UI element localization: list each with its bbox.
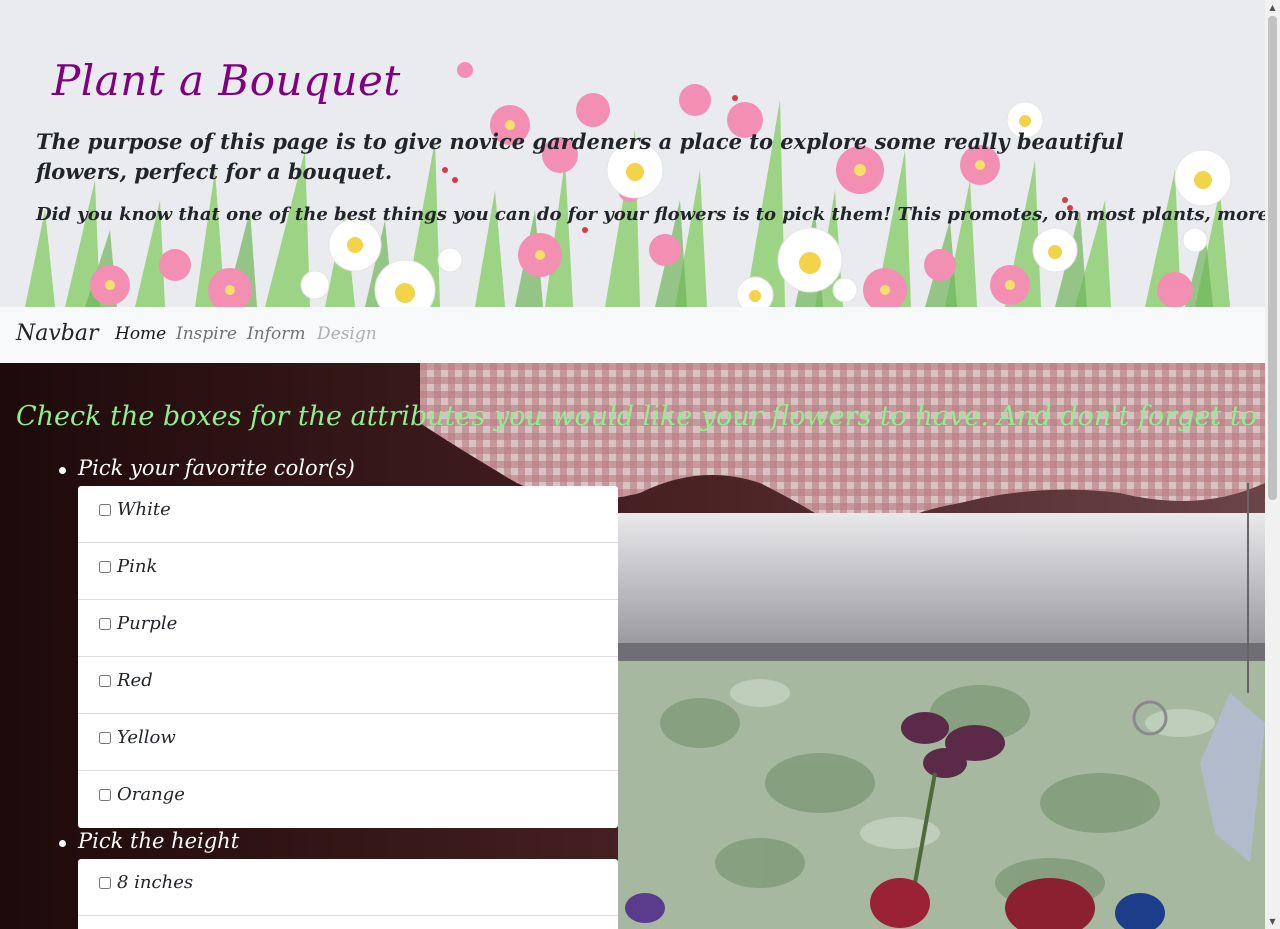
intro-text: The purpose of this page is to give novi… [36, 129, 1124, 184]
page: Plant a Bouquet The purpose of this page… [0, 0, 1265, 929]
list-item: Orange [78, 771, 618, 828]
attributes-heading: Check the boxes for the attributes you w… [16, 401, 1265, 432]
tip-text: Did you know that one of the best things… [36, 204, 1265, 225]
list-bullet [59, 840, 66, 847]
page-scrollbar[interactable]: ▲ ▼ [1265, 0, 1280, 929]
list-item: Red [78, 657, 618, 714]
color-pink-label[interactable]: Pink [117, 556, 157, 577]
color-red-label[interactable]: Red [117, 670, 153, 691]
color-options-list: White Pink Purple Red Yellow Orange [78, 486, 618, 828]
nav-link-home[interactable]: Home [115, 324, 166, 344]
color-white-label[interactable]: White [117, 499, 171, 520]
list-item: Pink [78, 543, 618, 600]
list-item: White [78, 486, 618, 543]
list-item: Purple [78, 600, 618, 657]
color-red-checkbox[interactable] [99, 675, 111, 687]
color-orange-checkbox[interactable] [99, 789, 111, 801]
color-white-checkbox[interactable] [99, 504, 111, 516]
scroll-thumb[interactable] [1268, 16, 1277, 500]
height-8-inches-label[interactable]: 8 inches [117, 872, 193, 893]
navbar-brand[interactable]: Navbar [16, 321, 99, 346]
main-content: Check the boxes for the attributes you w… [0, 363, 1265, 929]
nav-link-inspire[interactable]: Inspire [176, 324, 237, 344]
color-orange-label[interactable]: Orange [117, 784, 185, 805]
height-options-list: 8 inches [78, 859, 618, 929]
page-title: Plant a Bouquet [52, 56, 401, 105]
scroll-down-arrow-icon[interactable]: ▼ [1265, 914, 1280, 929]
color-purple-checkbox[interactable] [99, 618, 111, 630]
nav-link-design: Design [317, 324, 377, 344]
nav-link-inform[interactable]: Inform [247, 324, 305, 344]
list-item: Yellow [78, 714, 618, 771]
color-purple-label[interactable]: Purple [117, 613, 177, 634]
color-yellow-checkbox[interactable] [99, 732, 111, 744]
navbar: Navbar Home Inspire Inform Design [0, 307, 1265, 363]
color-pink-checkbox[interactable] [99, 561, 111, 573]
header-banner: Plant a Bouquet The purpose of this page… [0, 0, 1265, 307]
list-bullet [59, 467, 66, 474]
color-group-title: Pick your favorite color(s) [78, 456, 355, 480]
height-8-inches-checkbox[interactable] [99, 877, 111, 889]
list-item: 8 inches [78, 859, 618, 916]
scroll-up-arrow-icon[interactable]: ▲ [1265, 0, 1280, 15]
color-yellow-label[interactable]: Yellow [117, 727, 176, 748]
height-group-title: Pick the height [78, 829, 240, 853]
